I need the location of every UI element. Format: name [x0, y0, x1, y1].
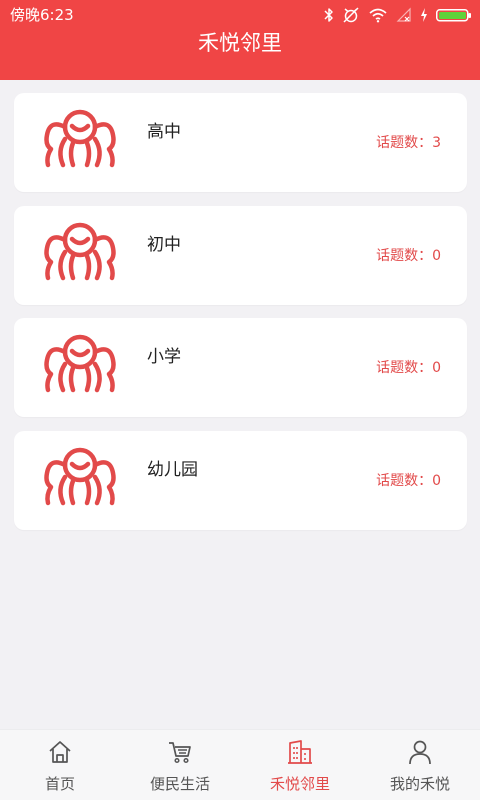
tab-home[interactable]: 首页 — [0, 730, 120, 800]
topic-category-list: 高中 话题数：3 初中 话题数：0 小学 话题数：0 幼儿园 话题数：0 — [14, 93, 467, 543]
topic-count: 话题数：0 — [376, 247, 441, 264]
tab-label: 首页 — [44, 775, 75, 793]
home-icon — [49, 741, 71, 763]
status-bar: 傍晚6:23 — [0, 0, 480, 30]
tab-label: 禾悦邻里 — [269, 775, 330, 793]
tab-neighborhood[interactable]: 禾悦邻里 — [240, 730, 360, 800]
people-group-icon — [44, 109, 116, 168]
topic-count: 话题数：0 — [376, 360, 441, 376]
topic-count: 话题数：0 — [376, 472, 441, 489]
people-group-icon — [44, 222, 116, 280]
tab-convenience-life[interactable]: 便民生活 — [120, 730, 240, 800]
alarm-off-icon — [342, 7, 360, 23]
bluetooth-icon — [324, 7, 334, 23]
person-icon — [409, 740, 431, 765]
tab-label: 我的禾悦 — [389, 775, 450, 793]
battery-icon — [436, 7, 472, 23]
people-group-icon — [44, 447, 116, 505]
page-title: 禾悦邻里 — [198, 31, 282, 55]
status-icons — [324, 6, 472, 24]
app-header: 傍晚6:23 禾悦邻里 — [0, 0, 480, 80]
category-card-primary-school[interactable]: 小学 话题数：0 — [14, 318, 467, 417]
category-title: 初中 — [147, 234, 181, 255]
people-group-icon — [44, 334, 116, 393]
topic-count: 话题数：3 — [376, 135, 441, 151]
wifi-icon — [368, 7, 388, 23]
tab-my-heyue[interactable]: 我的禾悦 — [360, 730, 480, 800]
bottom-tab-bar: 首页 便民生活 禾悦邻里 我的禾悦 — [0, 729, 480, 800]
tab-label: 便民生活 — [149, 775, 210, 793]
category-card-kindergarten[interactable]: 幼儿园 话题数：0 — [14, 430, 467, 530]
category-card-junior-high[interactable]: 初中 话题数：0 — [14, 205, 467, 305]
category-card-high-school[interactable]: 高中 话题数：3 — [14, 93, 467, 192]
category-title: 高中 — [147, 122, 181, 142]
signal-icon — [396, 7, 412, 23]
cart-icon — [169, 742, 191, 764]
status-time: 傍晚6:23 — [10, 6, 74, 24]
charging-icon — [420, 7, 428, 23]
category-title: 小学 — [147, 347, 181, 367]
building-icon — [288, 740, 312, 764]
category-title: 幼儿园 — [147, 459, 198, 480]
